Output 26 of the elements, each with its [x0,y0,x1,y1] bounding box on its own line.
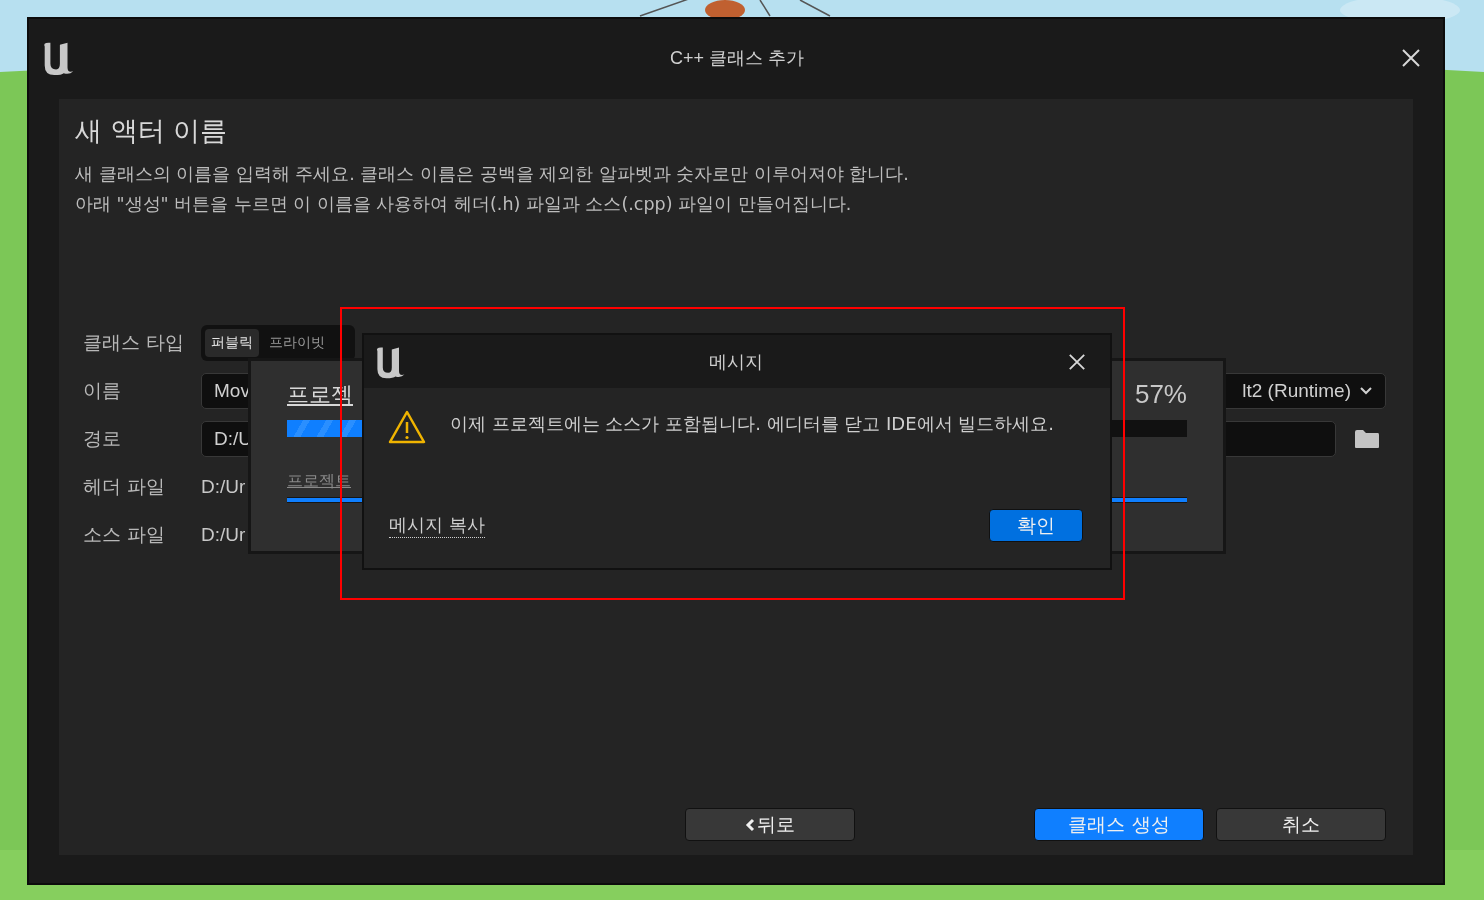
message-text: 이제 프로젝트에는 소스가 포함됩니다. 에디터를 닫고 IDE에서 빌드하세요. [450,412,1055,436]
heading: 새 액터 이름 [75,114,229,148]
back-button[interactable]: 뒤로 [685,808,855,841]
field-label: 클래스 타입 [83,330,186,355]
warning-icon [388,410,426,444]
class-type-tab[interactable]: 프라이빗 [263,329,331,357]
field-label: 소스 파일 [83,522,167,547]
chevron-down-icon [1359,386,1373,396]
progress-percent: 57% [1134,379,1187,410]
folder-icon[interactable] [1354,429,1380,449]
ok-button[interactable]: 확인 [989,509,1083,542]
header-file-path: D:/Ur [201,475,246,499]
description-text: 아래 "생성" 버튼을 누르면 이 이름을 사용하여 헤더(.h) 파일과 소스(.cpp) 파일이 만들어집니다. [75,193,853,216]
class-type-tab[interactable]: 퍼블릭 [205,329,259,357]
field-label: 이름 [83,378,122,403]
dialog-title: 메시지 [709,350,763,374]
close-icon [1068,352,1086,371]
cancel-button[interactable]: 취소 [1216,808,1386,841]
description-text: 새 클래스의 이름을 입력해 주세요. 클래스 이름은 공백을 제외한 알파벳과 숫자로만 이루어져야 합니다. [75,163,910,186]
field-label: 경로 [83,426,122,451]
field-label: 헤더 파일 [83,474,167,499]
source-file-path: D:/Ur [201,523,246,547]
chevron-left-icon [745,817,755,832]
copy-message-link[interactable]: 메시지 복사 [389,513,485,538]
window-title: C++ 클래스 추가 [670,47,804,70]
close-icon [1401,48,1421,68]
